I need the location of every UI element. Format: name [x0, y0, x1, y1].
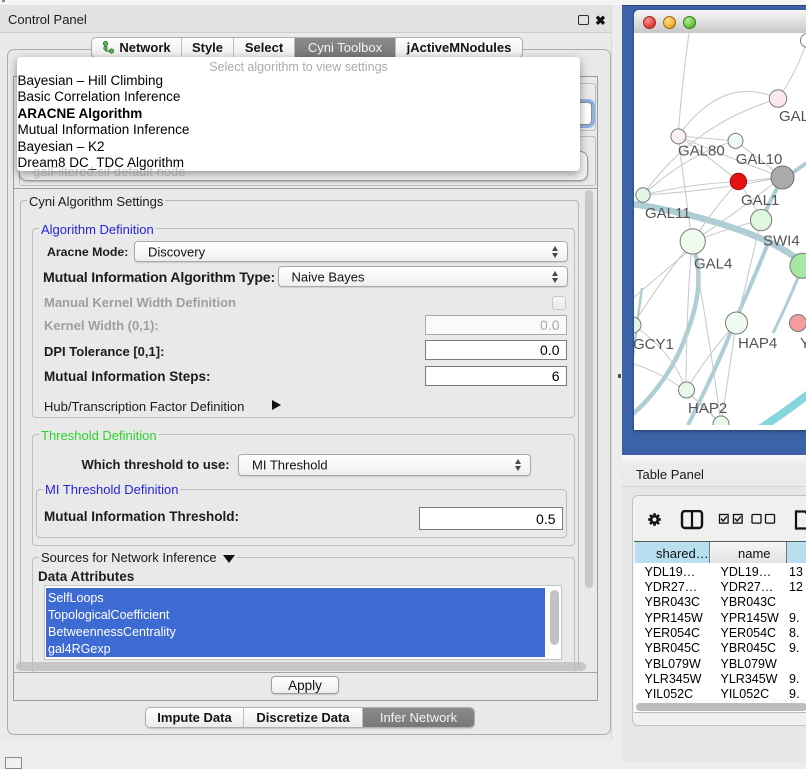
svg-text:GAL1: GAL1: [741, 192, 779, 209]
svg-text:GAL4: GAL4: [694, 256, 732, 273]
svg-text:SWI4: SWI4: [763, 233, 800, 250]
svg-text:GAL10: GAL10: [736, 151, 783, 168]
svg-text:YJ: YJ: [800, 335, 806, 352]
svg-text:GAL7: GAL7: [779, 108, 806, 125]
svg-text:HAP4: HAP4: [738, 335, 777, 352]
svg-text:GCY1: GCY1: [634, 336, 674, 353]
svg-text:HAP2: HAP2: [688, 400, 727, 417]
svg-text:GAL11: GAL11: [645, 205, 691, 222]
svg-text:GAL80: GAL80: [678, 143, 725, 160]
